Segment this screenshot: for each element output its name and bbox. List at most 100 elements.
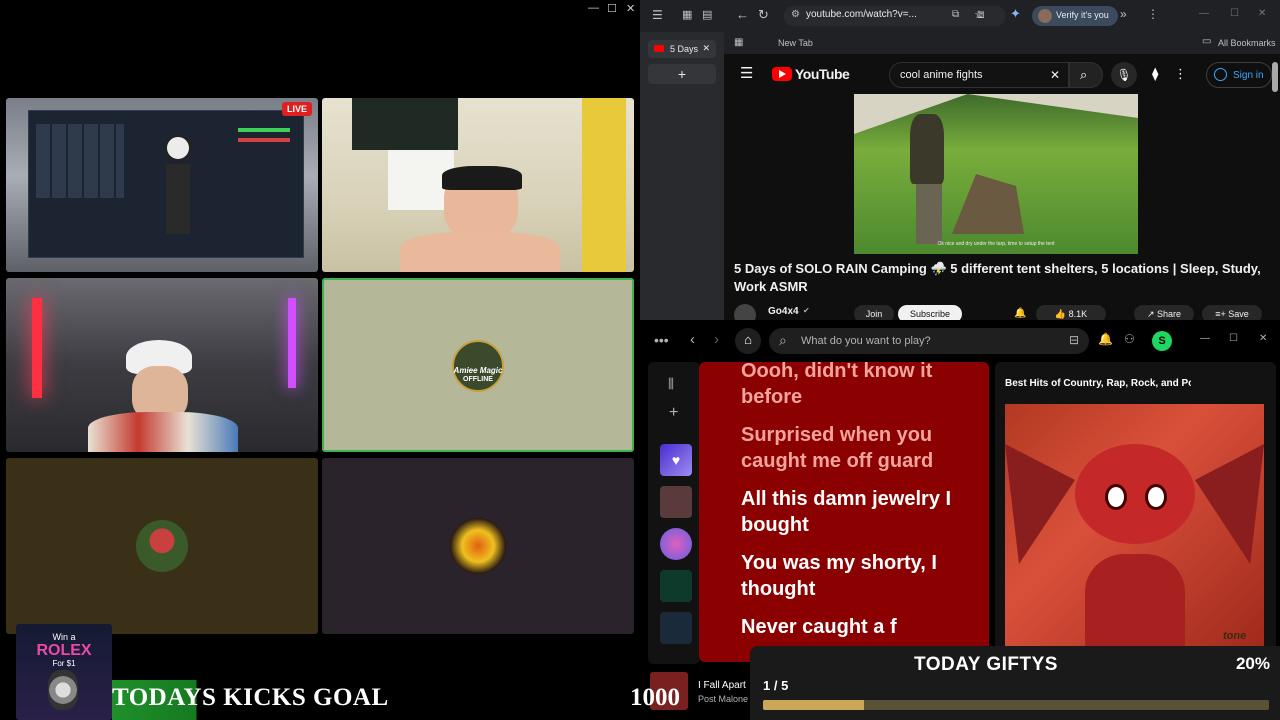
folder-icon: ▭ [1202, 36, 1212, 47]
kicks-goal-target: 1000 [630, 684, 680, 711]
browse-icon[interactable]: ⊟ [1069, 333, 1079, 347]
maximize-icon[interactable]: ☐ [607, 2, 617, 15]
stream-tile-avatar-2[interactable] [322, 458, 634, 634]
now-playing-panel: Best Hits of Country, Rap, Rock, and Po … [995, 362, 1276, 662]
gemini-icon[interactable]: ✦ [1010, 6, 1021, 22]
sign-in-button[interactable]: Sign in [1206, 62, 1272, 88]
bell-icon[interactable]: 🔔 [1014, 308, 1026, 319]
now-playing-panel-title: Best Hits of Country, Rap, Rock, and Po [1005, 378, 1191, 389]
maximize-icon[interactable]: ☐ [1229, 333, 1238, 344]
tab-close-icon[interactable]: ✕ [702, 43, 710, 54]
url-text: youtube.com/watch?v=... [806, 9, 917, 20]
lyric-line[interactable]: You was my shorty, I thought [741, 550, 971, 602]
lyric-line[interactable]: Oooh, didn't know it before [741, 362, 971, 410]
cover-creature-body [1085, 554, 1185, 648]
track-title[interactable]: I Fall Apart [698, 680, 746, 691]
lyric-line[interactable]: Never caught a f [741, 614, 971, 640]
close-icon[interactable]: ✕ [1258, 8, 1266, 19]
new-tab-button[interactable]: + [648, 64, 716, 84]
back-icon[interactable]: ← [736, 7, 749, 22]
more-tabs-icon[interactable]: » [1120, 7, 1127, 21]
youtube-logo-icon[interactable] [772, 67, 792, 81]
stat-bar-red [238, 138, 290, 142]
maximize-icon[interactable]: ☐ [1230, 8, 1239, 19]
tab-grid-icon[interactable]: ▦ [682, 8, 692, 21]
stream-tile-game[interactable]: LIVE [6, 98, 318, 272]
voice-search-icon[interactable]: 🎙 [1111, 62, 1137, 88]
site-info-icon[interactable]: ⚙ [791, 9, 800, 20]
user-avatar[interactable]: S [1152, 331, 1172, 351]
save-icon: ≡+ [1215, 309, 1226, 319]
stream-tile-cam-2[interactable] [6, 278, 318, 452]
address-bar[interactable]: ⚙ youtube.com/watch?v=... ⧉ ☆ [784, 6, 1006, 26]
home-icon[interactable]: ⌂ [735, 328, 761, 354]
friend-activity-icon[interactable]: ⚇ [1124, 332, 1135, 346]
lyric-line[interactable]: Surprised when you caught me off guard [741, 422, 971, 474]
create-playlist-icon[interactable]: + [669, 404, 678, 422]
search-placeholder: What do you want to play? [801, 335, 931, 347]
tarp [854, 94, 1138, 134]
gifty-progress-fill [763, 700, 865, 710]
hamburger-menu-icon[interactable]: ☰ [740, 64, 753, 82]
apps-grid-icon[interactable]: ▦ [734, 37, 743, 48]
play-glyph [779, 70, 786, 78]
rolex-line1: Win a [52, 632, 76, 642]
menu-dots-icon[interactable]: ⋮ [1147, 7, 1159, 21]
tent [952, 174, 1024, 234]
rolex-promo[interactable]: Win a ROLEX For $1 [16, 624, 112, 720]
tab-search-icon[interactable]: ▤ [702, 8, 712, 21]
spotify-search-input[interactable]: ⌕ What do you want to play? ⊟ [769, 328, 1089, 354]
yt-search-button[interactable]: ⌕ [1069, 62, 1103, 88]
offline-label: OFFLINE [463, 376, 493, 383]
channel-name[interactable]: Go4x4 [768, 306, 799, 317]
library-item[interactable] [660, 612, 692, 644]
stream-tile-avatar-1[interactable] [6, 458, 318, 634]
like-count: 8.1K [1068, 309, 1088, 319]
tab-youtube[interactable]: 5 Days ✕ [648, 40, 716, 58]
camper-legs [916, 184, 942, 244]
close-icon[interactable]: ✕ [1259, 333, 1267, 344]
sidebar-toggle-icon[interactable]: ☰ [652, 8, 663, 22]
thumbs-up-icon: 👍 [1054, 309, 1067, 319]
bookmark-new-tab[interactable]: New Tab [778, 38, 813, 48]
minimize-icon[interactable]: — [1199, 8, 1209, 19]
create-icon[interactable]: ⧫ [1152, 66, 1158, 82]
album-cover[interactable]: tone [1005, 404, 1264, 648]
page-scrollbar[interactable] [1272, 62, 1278, 92]
liked-songs-icon[interactable]: ♥ [660, 444, 692, 476]
track-artist[interactable]: Post Malone [698, 694, 748, 704]
lyric-list: Oooh, didn't know it before Surprised whe… [741, 362, 989, 640]
close-icon[interactable]: ✕ [626, 2, 635, 15]
hawaiian-shirt [88, 412, 238, 452]
library-icon[interactable]: ⫼ [668, 376, 674, 392]
minimize-icon[interactable]: — [1200, 333, 1210, 344]
library-item[interactable] [660, 486, 692, 518]
forward-arrow-icon[interactable]: › [714, 331, 719, 348]
library-item[interactable] [660, 570, 692, 602]
back-arrow-icon[interactable]: ‹ [690, 331, 695, 348]
video-title: 5 Days of SOLO RAIN Camping ⛈️ 5 differe… [734, 261, 1261, 294]
clear-search-icon[interactable]: ✕ [1050, 68, 1060, 82]
video-player[interactable]: Ok nice and dry under the tarp, time to … [854, 94, 1138, 254]
more-menu-icon[interactable]: ••• [654, 332, 669, 348]
notifications-icon[interactable]: 🔔 [1098, 332, 1113, 346]
stream-tile-cam-1[interactable] [322, 98, 634, 272]
chalkboard [352, 98, 458, 150]
youtube-wordmark[interactable]: YouTube [795, 66, 850, 82]
library-item[interactable] [660, 528, 692, 560]
account-icon [1214, 68, 1227, 81]
profile-avatar [1038, 9, 1052, 23]
lyric-line[interactable]: All this damn jewelry I bought [741, 486, 971, 538]
yt-search-input[interactable]: cool anime fights ✕ [889, 62, 1069, 88]
settings-dots-icon[interactable]: ⋮ [1174, 66, 1187, 82]
all-bookmarks[interactable]: All Bookmarks [1218, 38, 1276, 48]
verify-button[interactable]: Verify it's you [1032, 6, 1118, 26]
stream-tile-offline[interactable]: Amiee Magic OFFLINE [322, 278, 634, 452]
share-icon: ↗ [1146, 309, 1155, 319]
save-label: Save [1228, 309, 1249, 319]
cover-wing-left [1005, 444, 1075, 564]
reload-icon[interactable]: ↻ [758, 7, 769, 23]
extensions-icon[interactable]: ⧈ [977, 7, 985, 22]
minimize-icon[interactable]: — [588, 2, 599, 14]
cast-icon[interactable]: ⧉ [952, 9, 959, 20]
